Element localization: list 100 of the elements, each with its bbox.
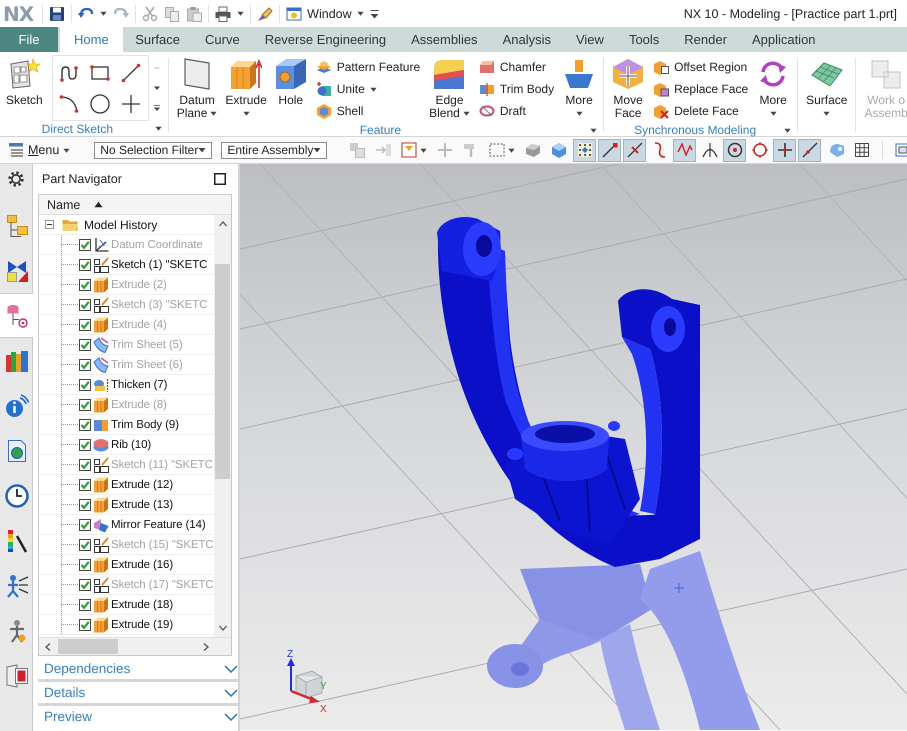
checkbox[interactable]: [79, 578, 91, 590]
checkbox[interactable]: [79, 518, 91, 530]
checkbox[interactable]: [79, 258, 91, 270]
snap-button[interactable]: [623, 138, 646, 162]
checkbox[interactable]: [79, 278, 91, 290]
snap-button[interactable]: [673, 138, 696, 162]
tree-item-label[interactable]: Mirror Feature (14): [111, 518, 206, 530]
checkbox[interactable]: [79, 598, 91, 610]
ribbon-button[interactable]: Chamfer: [474, 56, 558, 78]
ribbon-tab[interactable]: Assemblies: [398, 27, 490, 52]
window-menu[interactable]: Window: [286, 6, 364, 22]
checkbox[interactable]: [79, 438, 91, 450]
checkbox[interactable]: [79, 358, 91, 370]
checkbox[interactable]: [79, 618, 91, 630]
tree-item-label[interactable]: Extrude (12): [111, 478, 174, 490]
scroll-down-icon[interactable]: [218, 623, 228, 633]
snap-button[interactable]: [773, 138, 796, 162]
ribbon-button[interactable]: More: [560, 55, 598, 123]
filter-box-icon[interactable]: [401, 142, 418, 158]
caret-icon[interactable]: [154, 125, 162, 132]
ribbon-button[interactable]: Draft: [474, 100, 558, 122]
ribbon-button[interactable]: Edge Blend: [426, 55, 473, 123]
ribbon-button[interactable]: Offset Region: [649, 56, 752, 78]
ribbon-tab[interactable]: Render: [672, 27, 740, 52]
tree-item-label[interactable]: Extrude (18): [111, 598, 174, 610]
checkbox[interactable]: [79, 378, 91, 390]
plus-icon[interactable]: [121, 94, 142, 114]
name-column-header[interactable]: Name: [39, 195, 231, 215]
ribbon-button[interactable]: Replace Face: [649, 78, 752, 100]
caret-icon[interactable]: [508, 146, 516, 154]
checkbox[interactable]: [79, 418, 91, 430]
printer-icon[interactable]: [215, 6, 232, 22]
checkbox[interactable]: [79, 558, 91, 570]
save-icon[interactable]: [49, 6, 66, 22]
ribbon-button[interactable]: Surface: [803, 55, 850, 123]
ribbon-button[interactable]: Delete Face: [649, 100, 752, 122]
ribbon-tab[interactable]: Analysis: [490, 27, 564, 52]
snap-button[interactable]: [598, 138, 622, 162]
brush-icon[interactable]: [257, 6, 274, 22]
scrollbar-thumb[interactable]: [58, 639, 118, 654]
tree-item-label[interactable]: Thicken (7): [111, 378, 168, 390]
checkbox[interactable]: [79, 458, 91, 470]
line-icon[interactable]: [121, 62, 142, 82]
caret-icon[interactable]: [420, 146, 428, 154]
shaded-box-icon[interactable]: [525, 142, 542, 158]
ribbon-tab[interactable]: Reverse Engineering: [252, 27, 399, 52]
caret-icon[interactable]: [784, 126, 792, 134]
scroll-left-icon[interactable]: [43, 642, 53, 652]
ribbon-button[interactable]: Unite: [312, 78, 424, 100]
scrollbar-thumb[interactable]: [215, 264, 230, 479]
tree-item-label[interactable]: Rib (10): [111, 438, 152, 450]
ribbon-tab[interactable]: Curve: [192, 27, 252, 52]
maximize-icon[interactable]: [214, 173, 226, 185]
paste-icon[interactable]: [186, 6, 202, 22]
section-header[interactable]: Dependencies: [38, 658, 244, 679]
ribbon-tab[interactable]: Application: [739, 27, 828, 52]
horizontal-scrollbar[interactable]: [39, 637, 231, 655]
ribbon-button[interactable]: Datum Plane: [174, 55, 220, 123]
ribbon-button[interactable]: Trim Body: [474, 78, 558, 100]
cube-icon[interactable]: [551, 142, 568, 158]
collapse-icon[interactable]: [45, 220, 54, 229]
grid-icon[interactable]: [854, 142, 870, 158]
ribbon-tab[interactable]: Surface: [122, 27, 192, 52]
ribbon-tab[interactable]: Tools: [616, 27, 672, 52]
scroll-up-icon[interactable]: [218, 219, 228, 229]
ribbon-button[interactable]: Shell: [312, 100, 424, 122]
tree-item-label[interactable]: Sketch (1) "SKETC: [111, 258, 208, 270]
checkbox[interactable]: [79, 538, 91, 550]
menu-button[interactable]: Menu: [8, 142, 70, 158]
circle-icon[interactable]: [90, 94, 110, 114]
tree-item-label[interactable]: Trim Body (9): [111, 418, 179, 430]
vertical-scrollbar[interactable]: [214, 215, 231, 637]
checkbox[interactable]: [79, 238, 91, 250]
tree-item-label[interactable]: Extrude (16): [111, 558, 174, 570]
selection-filter-dropdown[interactable]: No Selection Filter: [94, 142, 212, 158]
snap-button[interactable]: [573, 138, 596, 162]
caret-icon[interactable]: [237, 10, 244, 17]
overflow-icon[interactable]: [152, 103, 162, 113]
dashed-rectangle-icon[interactable]: [489, 142, 506, 158]
snap-button[interactable]: [798, 138, 822, 162]
checkbox[interactable]: [79, 398, 91, 410]
ribbon-tab[interactable]: Home: [60, 27, 123, 52]
arc-icon[interactable]: [59, 94, 80, 114]
rectangle-icon[interactable]: [90, 62, 110, 82]
ribbon-button[interactable]: Hole: [272, 55, 310, 110]
caret-icon[interactable]: [590, 126, 598, 134]
ribbon-button[interactable]: Move Face: [609, 55, 648, 123]
checkbox[interactable]: [79, 338, 91, 350]
checkbox[interactable]: [79, 498, 91, 510]
checkbox[interactable]: [79, 298, 91, 310]
scroll-right-icon[interactable]: [201, 642, 211, 652]
checkbox[interactable]: [79, 478, 91, 490]
ribbon-button[interactable]: More: [754, 55, 792, 123]
file-tab[interactable]: File: [0, 27, 58, 52]
ribbon-button[interactable]: Extrude: [222, 55, 270, 123]
tree-item-label[interactable]: Model History: [84, 218, 158, 232]
tree-item-label[interactable]: Extrude (13): [111, 498, 174, 510]
window-frame-icon[interactable]: [895, 142, 907, 158]
assembly-scope-dropdown[interactable]: Entire Assembly: [221, 142, 328, 158]
snap-button[interactable]: [723, 138, 746, 162]
